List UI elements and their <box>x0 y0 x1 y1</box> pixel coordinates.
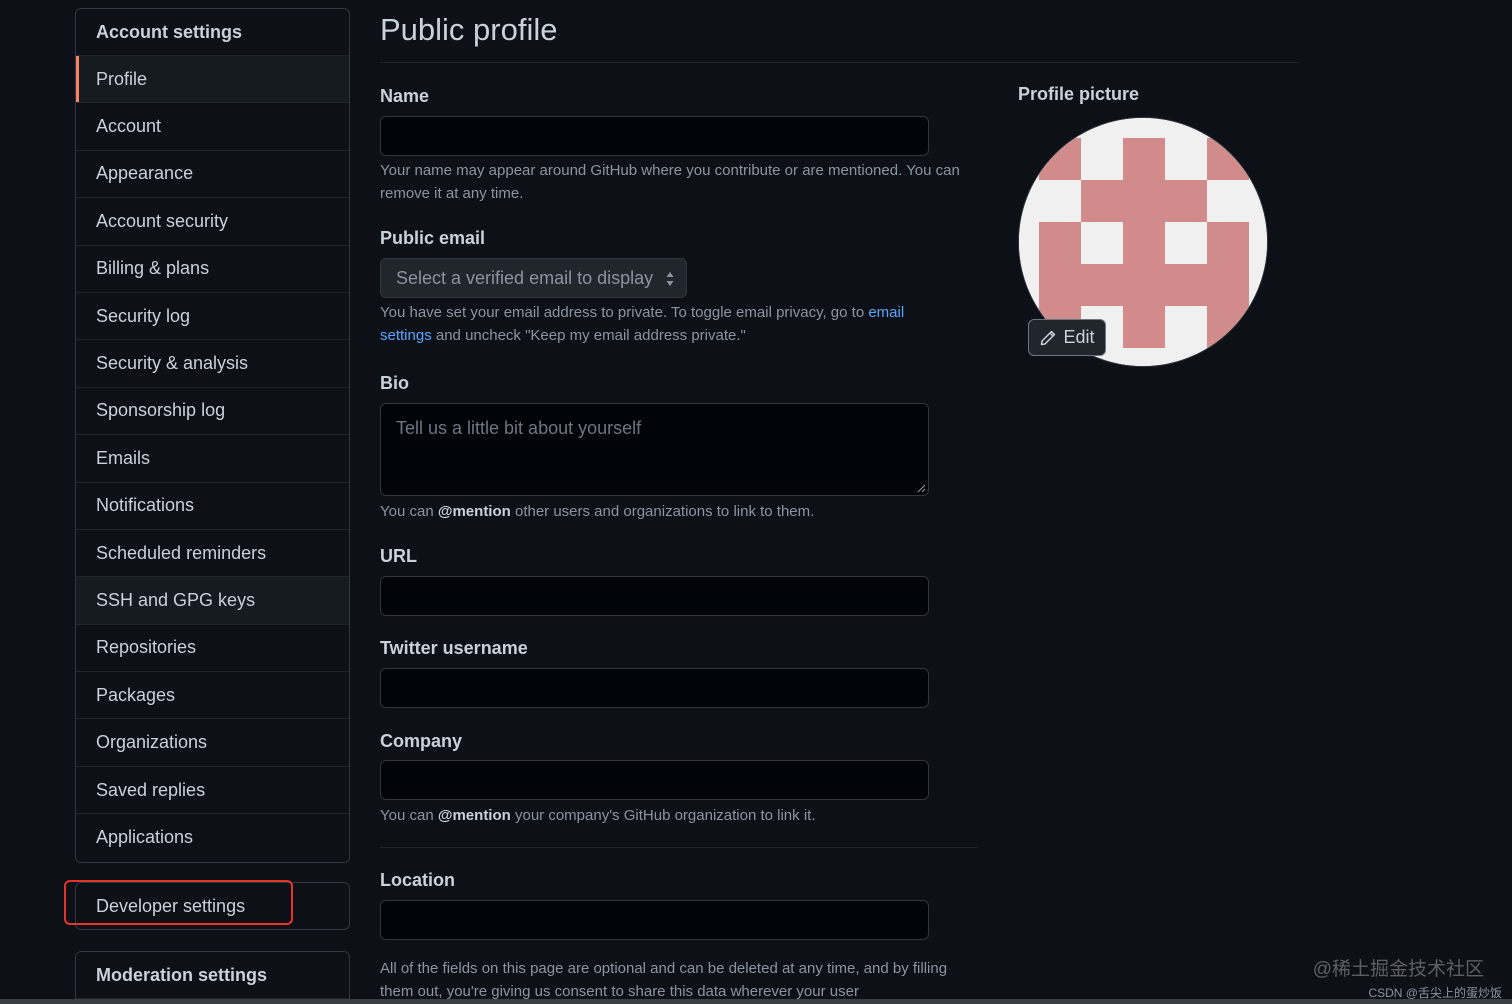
sidebar-item-ssh-and-gpg-keys[interactable]: SSH and GPG keys <box>76 577 349 625</box>
name-note: Your name may appear around GitHub where… <box>380 162 960 202</box>
name-input[interactable] <box>380 116 929 156</box>
company-input[interactable] <box>380 760 929 800</box>
bio-note-mention: @mention <box>437 503 511 520</box>
edit-avatar-button[interactable]: Edit <box>1028 319 1106 356</box>
sidebar-item-developer-settings[interactable]: Developer settings <box>76 883 349 929</box>
public-email-select-value: Select a verified email to display <box>396 267 654 288</box>
account-settings-menu: Account settings Profile Account Appearanc… <box>75 8 350 863</box>
bio-note-text: You can <box>380 503 438 520</box>
bio-label: Bio <box>380 373 409 393</box>
resize-grip-icon[interactable] <box>916 483 926 493</box>
url-label: URL <box>380 546 417 566</box>
bio-note-text-end: other users and organizations to link to… <box>510 503 815 520</box>
sidebar-item-sponsorship-log[interactable]: Sponsorship log <box>76 388 349 436</box>
edit-avatar-label: Edit <box>1063 327 1095 347</box>
company-note-text: You can <box>380 807 438 824</box>
developer-settings-menu: Developer settings <box>75 882 350 930</box>
company-note: You can @mention your company's GitHub o… <box>380 805 970 828</box>
public-email-select[interactable]: Select a verified email to display <box>380 258 687 298</box>
title-divider <box>380 62 1298 63</box>
sidebar-item-saved-replies[interactable]: Saved replies <box>76 767 349 815</box>
settings-page: Account settings Profile Account Appearanc… <box>0 0 1512 1004</box>
location-label: Location <box>380 870 455 890</box>
sidebar-item-account[interactable]: Account <box>76 103 349 151</box>
twitter-label: Twitter username <box>380 638 528 658</box>
footer-note: All of the fields on this page are optio… <box>380 960 948 1000</box>
bottom-strip <box>0 999 1512 1004</box>
bio-placeholder: Tell us a little bit about yourself <box>396 418 642 438</box>
profile-picture-label: Profile picture <box>1018 84 1140 104</box>
email-note-text-end: and uncheck "Keep my email address priva… <box>431 326 746 344</box>
company-label: Company <box>380 731 463 751</box>
company-note-text-end: your company's GitHub organization to li… <box>510 807 816 824</box>
moderation-settings-menu: Moderation settings <box>75 951 350 1004</box>
url-input[interactable] <box>380 576 929 616</box>
pencil-icon <box>1041 330 1056 345</box>
sidebar-item-packages[interactable]: Packages <box>76 672 349 720</box>
sidebar-item-repositories[interactable]: Repositories <box>76 625 349 673</box>
sidebar-item-emails[interactable]: Emails <box>76 435 349 483</box>
bio-note: You can @mention other users and organiz… <box>380 501 970 524</box>
sidebar-item-profile[interactable]: Profile <box>76 56 349 104</box>
name-label: Name <box>380 86 430 106</box>
sidebar-item-applications[interactable]: Applications <box>76 814 349 861</box>
page-title: Public profile <box>380 12 558 47</box>
account-settings-heading: Account settings <box>76 9 349 56</box>
sidebar-item-billing-and-plans[interactable]: Billing & plans <box>76 246 349 293</box>
sidebar-item-scheduled-reminders[interactable]: Scheduled reminders <box>76 530 349 578</box>
company-note-mention: @mention <box>437 807 511 824</box>
sidebar-item-appearance[interactable]: Appearance <box>76 151 349 199</box>
public-email-label: Public email <box>380 228 486 248</box>
bio-textarea[interactable]: Tell us a little bit about yourself <box>380 403 929 496</box>
watermark: @稀土掘金技术社区 <box>1312 959 1484 980</box>
section-divider <box>380 847 978 848</box>
sidebar-item-organizations[interactable]: Organizations <box>76 719 349 767</box>
email-note-text: You have set your email address to priva… <box>380 304 869 321</box>
sidebar-item-account-security[interactable]: Account security <box>76 198 349 246</box>
select-arrows-icon <box>666 272 674 286</box>
moderation-settings-heading: Moderation settings <box>76 952 349 999</box>
sidebar-item-security-and-analysis[interactable]: Security & analysis <box>76 340 349 388</box>
sidebar-item-notifications[interactable]: Notifications <box>76 483 349 530</box>
twitter-input[interactable] <box>380 668 929 708</box>
email-note: You have set your email address to priva… <box>380 302 950 347</box>
sidebar-item-security-log[interactable]: Security log <box>76 293 349 341</box>
location-input[interactable] <box>380 900 929 940</box>
